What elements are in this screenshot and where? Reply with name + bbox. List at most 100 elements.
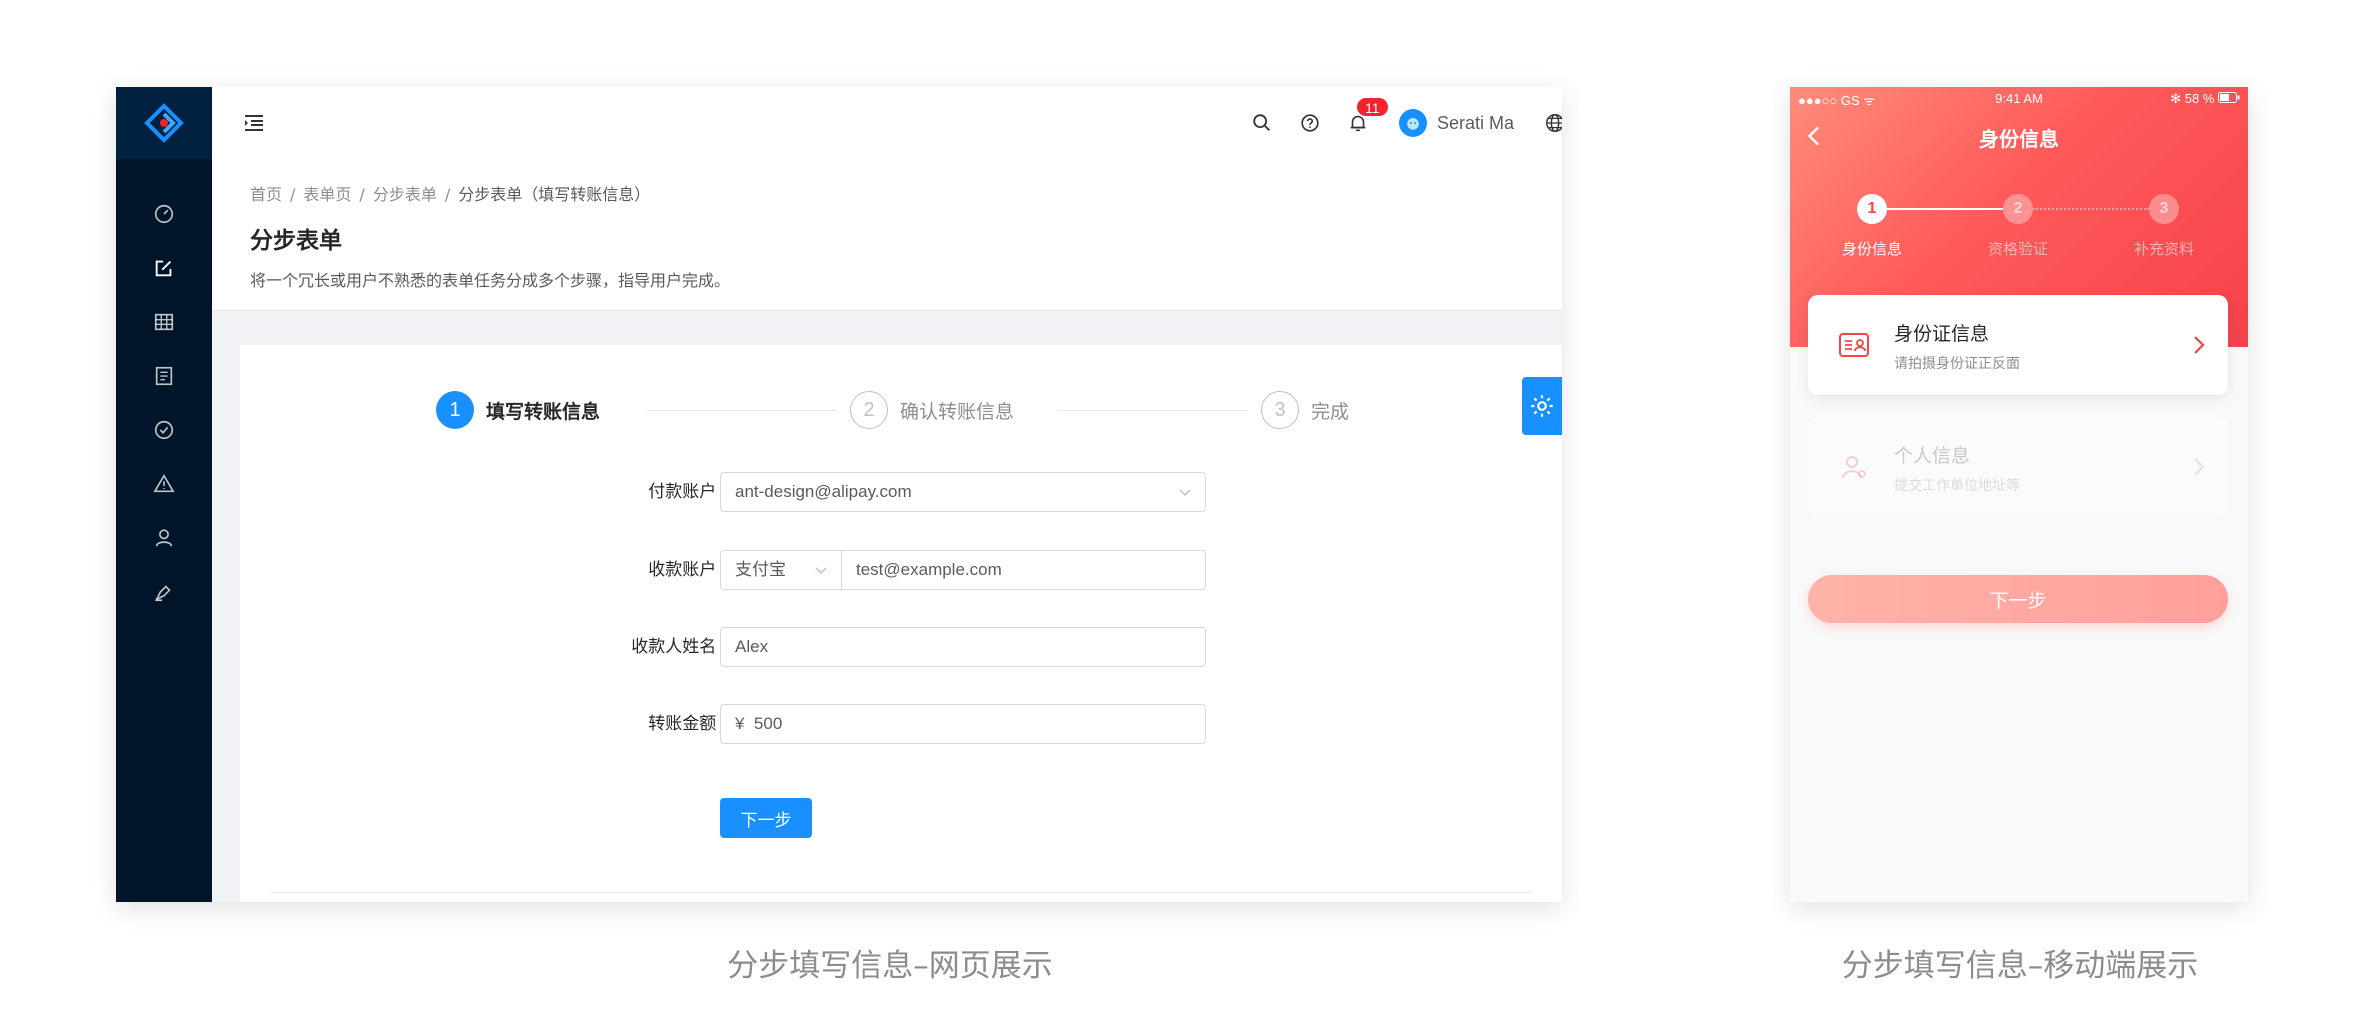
amount-value: ¥ 500 <box>735 705 782 743</box>
web-caption: 分步填写信息–网页展示 <box>727 948 1053 984</box>
result-icon <box>154 420 174 440</box>
sidebar-item-dashboard[interactable] <box>116 187 212 241</box>
chevron-right-icon <box>2194 458 2205 476</box>
amount-prefix: ¥ <box>735 714 745 733</box>
notification-button[interactable]: 11 <box>1347 96 1390 134</box>
receive-account-value: test@example.com <box>856 560 1002 579</box>
amount-label: 转账金额 <box>648 704 726 744</box>
pay-account-select[interactable]: ant-design@alipay.com <box>720 472 1206 512</box>
step-2-title: 确认转账信息 <box>900 400 1015 423</box>
form-icon <box>155 260 172 277</box>
avatar[interactable] <box>1398 109 1427 137</box>
profile-icon <box>155 366 173 386</box>
personal-info-card[interactable]: 个人信息 提交工作单位地址等 <box>1808 417 2228 517</box>
status-battery: ✻ 58 % <box>2170 91 2240 107</box>
step-connector <box>646 410 836 411</box>
breadcrumb-form-page[interactable]: 表单页 <box>303 185 351 204</box>
breadcrumb-separator: / <box>359 185 365 204</box>
status-battery-text: ✻ 58 % <box>2170 91 2215 106</box>
language-button[interactable] <box>1544 112 1562 134</box>
chevron-down-icon <box>1179 489 1191 497</box>
card-subtitle: 提交工作单位地址等 <box>1894 478 2020 494</box>
menu-fold-icon[interactable] <box>242 111 266 135</box>
pay-account-value: ant-design@alipay.com <box>735 482 912 501</box>
form-row-amount: 转账金额 ¥ 500 <box>240 704 1562 744</box>
sidebar-item-list[interactable] <box>116 295 212 349</box>
next-step-button[interactable]: 下一步 <box>720 798 812 838</box>
page-header: 首页 / 表单页 / 分步表单 / 分步表单（填写转账信息） 分步表单 将一个冗长或用户不熟… <box>212 159 1562 311</box>
pay-account-label: 付款账户 <box>648 472 726 512</box>
step-3-number: 3 <box>1261 391 1299 429</box>
sidebar-item-exception[interactable] <box>116 457 212 511</box>
top-header: 11 Serati Ma <box>212 87 1562 159</box>
user-name[interactable]: Serati Ma <box>1437 113 1514 134</box>
sidebar-item-form[interactable] <box>116 241 212 295</box>
page-title: 分步表单 <box>250 228 342 254</box>
table-icon <box>154 313 174 331</box>
sidebar-item-editor[interactable] <box>116 565 212 619</box>
amount-input[interactable]: ¥ 500 <box>720 704 1206 744</box>
form-row-pay-account: 付款账户 ant-design@alipay.com <box>240 472 1562 512</box>
id-card-info-card[interactable]: 身份证信息 请拍摄身份证正反面 <box>1808 295 2228 395</box>
chevron-right-icon <box>2194 336 2205 354</box>
mobile-step-connector <box>2033 208 2149 210</box>
card-title: 身份证信息 <box>1894 323 1990 345</box>
step-1-title: 填写转账信息 <box>486 400 601 423</box>
steps: 1 填写转账信息 2 确认转账信息 3 完成 <box>436 391 1356 435</box>
step-1: 1 填写转账信息 <box>436 391 600 429</box>
ant-design-logo-icon <box>144 103 184 143</box>
dashboard-icon <box>154 204 174 224</box>
mobile-step-3-number: 3 <box>2149 194 2179 224</box>
receiver-name-label: 收款人姓名 <box>631 627 726 667</box>
editor-icon <box>154 585 171 602</box>
mobile-step-connector <box>1887 208 2003 210</box>
breadcrumb-separator: / <box>444 185 451 204</box>
breadcrumb: 首页 / 表单页 / 分步表单 / 分步表单（填写转账信息） <box>250 181 650 205</box>
step-connector <box>1058 410 1248 411</box>
header-actions: 11 Serati Ma <box>1225 87 1562 159</box>
global-icon <box>1546 114 1562 132</box>
mobile-mockup: ●●●○○ GS ᯤ 9:41 AM ✻ 58 % 身份信息 1 2 3 身份信… <box>1790 87 2248 902</box>
mobile-next-step-button[interactable]: 下一步 <box>1808 575 2228 623</box>
user-icon <box>155 529 173 547</box>
mobile-step-2-label: 资格验证 <box>1987 240 2048 258</box>
breadcrumb-current: 分步表单（填写转账信息） <box>458 185 651 204</box>
logo[interactable] <box>116 87 212 159</box>
mobile-title: 身份信息 <box>1979 127 2059 151</box>
help-button[interactable] <box>1299 112 1321 134</box>
form-row-receiver-name: 收款人姓名 Alex <box>240 627 1562 667</box>
card-subtitle: 请拍摄身份证正反面 <box>1894 356 2020 372</box>
receiver-name-value: Alex <box>735 637 769 656</box>
breadcrumb-home[interactable]: 首页 <box>250 185 282 204</box>
gear-icon <box>1531 395 1553 417</box>
search-button[interactable] <box>1251 112 1273 134</box>
web-mockup: 11 Serati Ma 首页 / 表单页 / 分步表单 / 分步表单（填写转账信息） 分步… <box>116 87 1562 902</box>
step-2: 2 确认转账信息 <box>850 391 1014 429</box>
divider <box>270 892 1532 893</box>
receiver-name-input[interactable]: Alex <box>720 627 1206 667</box>
mobile-step-1-label: 身份信息 <box>1841 240 1902 258</box>
receive-account-input[interactable]: test@example.com <box>841 550 1206 590</box>
step-3-title: 完成 <box>1311 400 1350 423</box>
receive-method-value: 支付宝 <box>735 560 786 579</box>
sidebar-item-user[interactable] <box>116 511 212 565</box>
notification-badge: 11 <box>1354 96 1390 118</box>
mobile-step-2-number: 2 <box>2003 194 2033 224</box>
sidebar-item-profile[interactable] <box>116 349 212 403</box>
chevron-down-icon <box>815 567 827 575</box>
receive-account-label: 收款账户 <box>648 550 726 590</box>
step-2-number: 2 <box>850 391 888 429</box>
step-1-number: 1 <box>436 391 474 429</box>
step-form-card: 1 填写转账信息 2 确认转账信息 3 完成 付款账户 ant-design@a… <box>240 345 1562 902</box>
avatar-image-icon <box>1407 118 1419 130</box>
settings-drawer-button[interactable] <box>1522 377 1562 435</box>
receive-method-select[interactable]: 支付宝 <box>720 550 842 590</box>
battery-icon <box>2218 92 2240 103</box>
mobile-step-3-label: 补充资料 <box>2133 240 2194 258</box>
breadcrumb-step-form[interactable]: 分步表单 <box>373 185 437 204</box>
sidebar-item-result[interactable] <box>116 403 212 457</box>
step-3: 3 完成 <box>1261 391 1349 429</box>
card-title: 个人信息 <box>1894 445 1971 467</box>
sidebar <box>116 87 212 902</box>
form-row-receive-account: 收款账户 支付宝 test@example.com <box>240 550 1562 590</box>
